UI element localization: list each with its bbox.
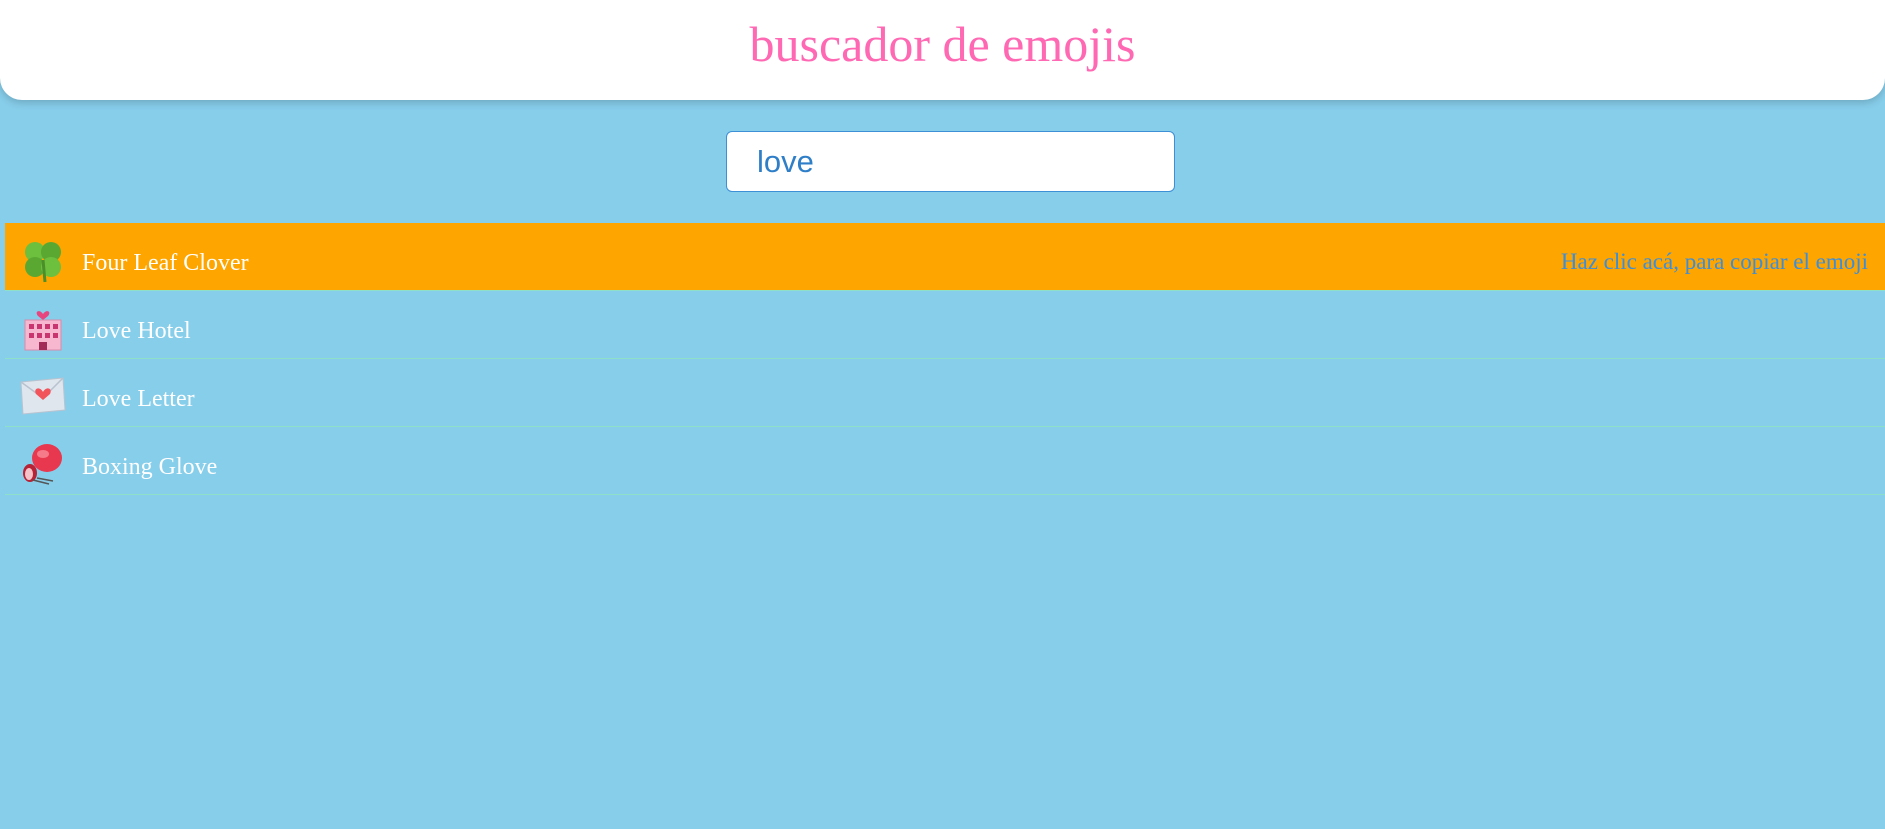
love-hotel-icon bbox=[24, 311, 62, 351]
search-box bbox=[726, 131, 1175, 192]
four-leaf-clover-icon bbox=[25, 242, 61, 283]
list-item-love-letter[interactable]: Love Letter bbox=[5, 359, 1885, 427]
page-title: buscador de emojis bbox=[749, 16, 1136, 72]
list-item-label: Four Leaf Clover bbox=[82, 250, 249, 276]
list-item-label: Love Letter bbox=[82, 386, 195, 412]
copy-hint[interactable]: Haz clic acá, para copiar el emoji bbox=[1561, 249, 1868, 275]
list-item-love-hotel[interactable]: Love Hotel bbox=[5, 291, 1885, 359]
love-letter-icon bbox=[20, 377, 66, 415]
boxing-glove-icon bbox=[23, 444, 62, 485]
list-item-boxing-glove[interactable]: Boxing Glove bbox=[5, 427, 1885, 495]
search-input[interactable] bbox=[726, 131, 1175, 192]
results-list: Four Leaf Clover Haz clic acá, para copi… bbox=[5, 223, 1885, 495]
list-item-label: Boxing Glove bbox=[82, 454, 218, 480]
header: buscador de emojis bbox=[0, 0, 1885, 100]
list-item-label: Love Hotel bbox=[82, 318, 191, 344]
list-item-four-leaf-clover[interactable]: Four Leaf Clover Haz clic acá, para copi… bbox=[5, 223, 1885, 291]
